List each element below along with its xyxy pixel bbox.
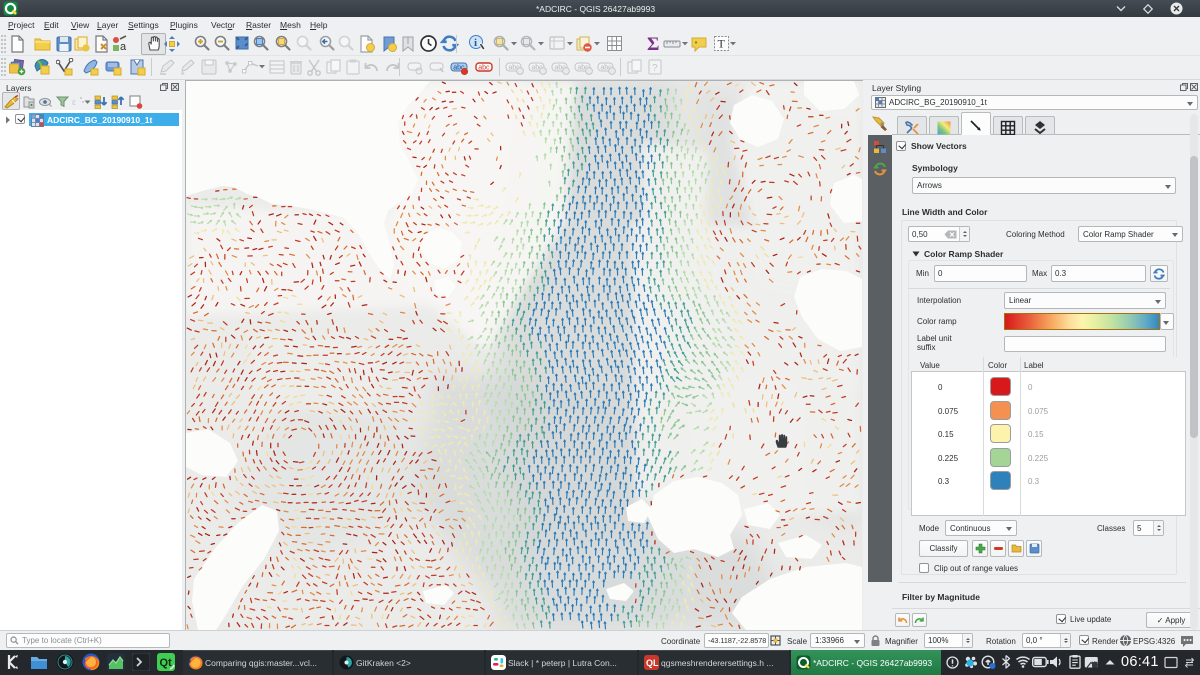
svg-text:abc: abc: [478, 65, 490, 72]
svg-text:a: a: [120, 41, 127, 53]
svg-text:Σ: Σ: [647, 34, 659, 53]
svg-text:Qt: Qt: [160, 657, 173, 669]
svg-text:i: i: [474, 37, 477, 49]
svg-text:QL: QL: [646, 658, 659, 668]
svg-text:ε: ε: [72, 97, 76, 108]
svg-text:?: ?: [652, 63, 658, 74]
svg-text:T: T: [718, 37, 726, 51]
